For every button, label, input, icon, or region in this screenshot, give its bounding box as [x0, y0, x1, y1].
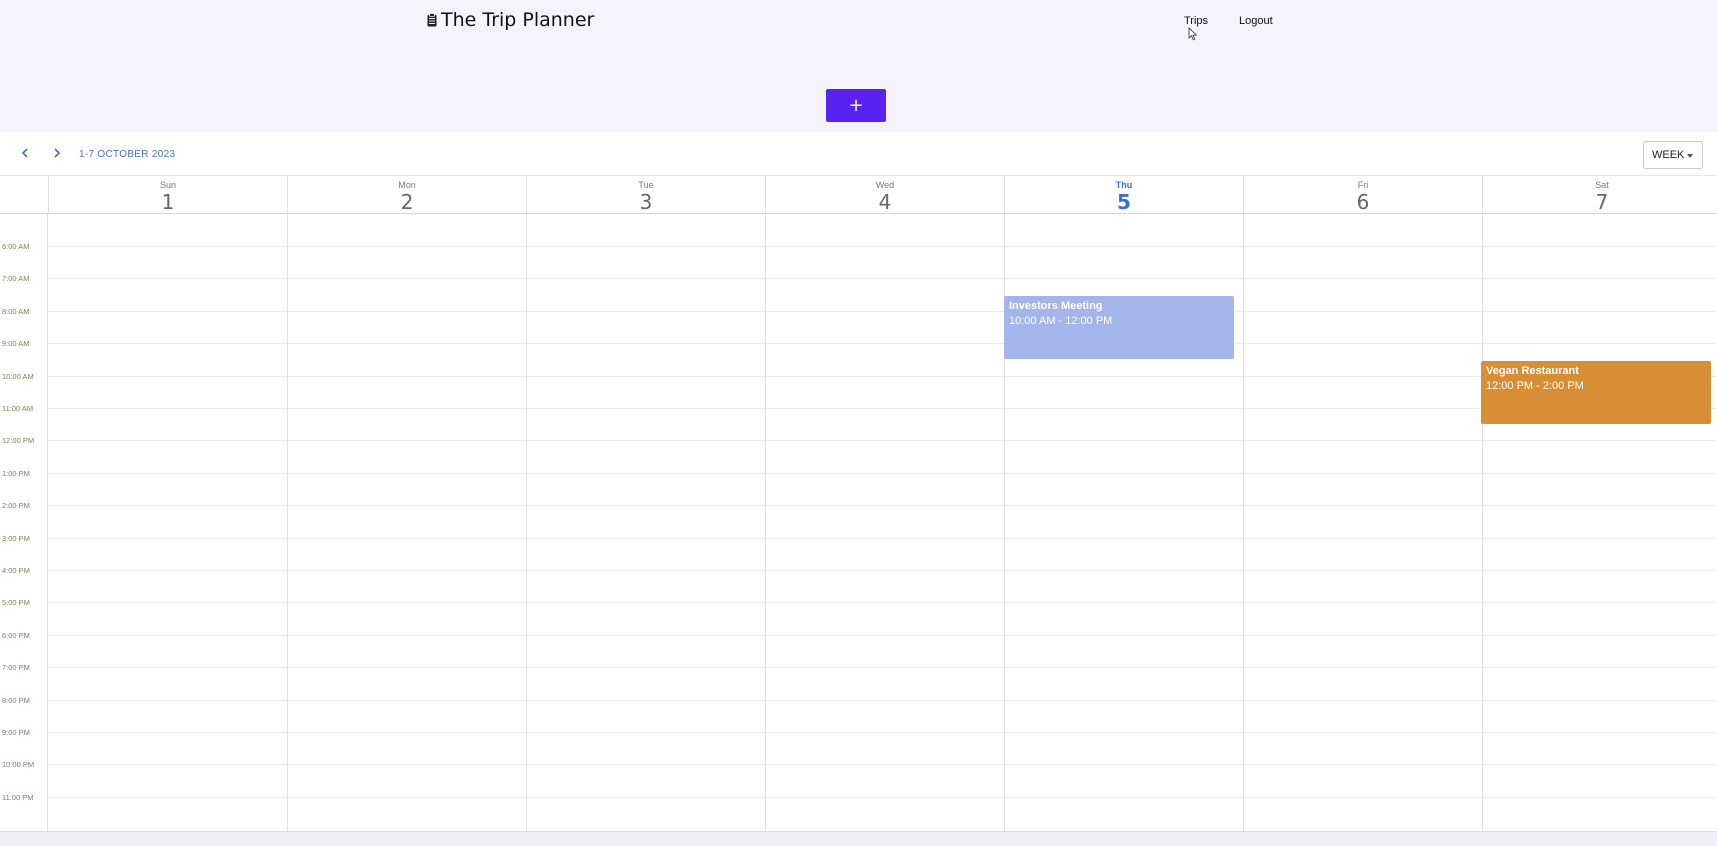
- hour-gridline: [48, 537, 1717, 539]
- event-time: 12:00 PM - 2:00 PM: [1486, 380, 1584, 392]
- hour-gridline: [48, 246, 1717, 247]
- nav-trips-link[interactable]: Trips: [1184, 15, 1208, 27]
- day-name: Thu: [1115, 180, 1133, 190]
- hour-label: 8:00 PM: [2, 695, 30, 705]
- hour-gridline: [48, 505, 1717, 507]
- nav-logout-link[interactable]: Logout: [1239, 15, 1273, 27]
- calendar-event[interactable]: Vegan Restaurant 12:00 PM - 2:00 PM: [1481, 361, 1711, 424]
- day-name: Mon: [398, 180, 416, 190]
- day-header-sun[interactable]: Sun 1: [48, 176, 287, 214]
- day-header-sat[interactable]: Sat 7: [1482, 176, 1717, 214]
- hour-gridline: [48, 699, 1717, 701]
- hour-gridline: [48, 570, 1717, 571]
- time-grid: 6:00 AM 7:00 AM 8:00 AM 9:00 AM 10:00 AM 11:0…: [0, 214, 1717, 831]
- day-header-wed[interactable]: Wed 4: [765, 176, 1004, 214]
- hour-gridline: [48, 634, 1717, 636]
- hour-gridline: [48, 796, 1717, 798]
- hour-label: 5:00 PM: [2, 598, 30, 608]
- hour-label: 1:00 PM: [2, 468, 30, 478]
- hour-gridline: [48, 472, 1717, 474]
- hour-label: 10:00 PM: [2, 760, 35, 770]
- date-range-label: 1-7 OCTOBER 2023: [79, 149, 176, 160]
- day-date: 4: [878, 190, 892, 214]
- day-header-mon[interactable]: Mon 2: [287, 176, 526, 214]
- hour-label: 3:00 PM: [2, 533, 30, 543]
- bottom-bar: [0, 831, 1717, 846]
- day-date: 2: [400, 190, 414, 214]
- hour-gridline: [48, 408, 1717, 409]
- day-header-fri[interactable]: Fri 6: [1243, 176, 1482, 214]
- event-title: Investors Meeting: [1009, 300, 1103, 312]
- hour-label: 6:00 PM: [2, 630, 30, 640]
- day-column-divider: [1243, 214, 1244, 831]
- hour-label: 10:00 AM: [2, 371, 34, 381]
- hour-gridline: [48, 764, 1717, 766]
- caret-down-icon: [1687, 154, 1693, 158]
- day-name: Sun: [159, 180, 176, 190]
- hour-gridline: [48, 602, 1717, 604]
- hour-label: 12:00 PM: [2, 436, 35, 446]
- day-name: Fri: [1357, 180, 1369, 190]
- event-title: Vegan Restaurant: [1486, 365, 1579, 377]
- hour-label: 11:00 PM: [2, 792, 34, 802]
- hour-gridline: [48, 375, 1717, 377]
- hour-label: 9:00 PM: [2, 728, 30, 737]
- view-select[interactable]: WEEK: [1643, 141, 1703, 169]
- day-date: 6: [1356, 190, 1370, 214]
- hour-gridline: [48, 667, 1717, 669]
- hour-label: 9:00 AM: [2, 339, 30, 349]
- brand[interactable]: The Trip Planner: [427, 9, 594, 31]
- hour-label: 4:00 PM: [2, 566, 30, 575]
- day-header-row: Sun 1 Mon 2 Tue 3 Wed 4 Thu 5 Fri 6 Sat 7: [0, 176, 1717, 214]
- hour-gridline: [48, 732, 1717, 733]
- hour-label: 7:00 PM: [2, 663, 30, 673]
- next-week-button[interactable]: [49, 145, 65, 161]
- mouse-cursor-icon: [1188, 27, 1198, 41]
- day-column-divider: [287, 214, 288, 831]
- previous-week-button[interactable]: [17, 145, 33, 161]
- chevron-left-icon: [21, 148, 28, 158]
- hour-gridline: [48, 310, 1717, 312]
- day-column-divider: [765, 214, 766, 831]
- hour-gridline: [48, 440, 1717, 442]
- app-title: The Trip Planner: [441, 9, 595, 31]
- day-name: Tue: [638, 180, 654, 190]
- day-header-tue[interactable]: Tue 3: [526, 176, 765, 214]
- day-date: 1: [161, 190, 175, 214]
- hour-gridline: [48, 278, 1717, 280]
- day-date: 7: [1595, 190, 1609, 214]
- hour-label: 6:00 AM: [2, 242, 30, 251]
- view-select-value: WEEK: [1652, 149, 1685, 161]
- add-event-button[interactable]: +: [826, 89, 886, 122]
- chevron-right-icon: [54, 148, 61, 158]
- hour-label: 11:00 AM: [2, 404, 34, 413]
- day-date: 3: [639, 190, 653, 214]
- calendar: 1-7 OCTOBER 2023 WEEK Sun 1 Mon 2 Tue 3 Wed 4 Th…: [0, 132, 1717, 831]
- day-column-divider: [1482, 214, 1483, 831]
- day-name: Sat: [1595, 180, 1609, 190]
- day-date: 5: [1117, 190, 1131, 214]
- day-column-divider: [526, 214, 527, 831]
- top-bar: The Trip Planner Trips Logout +: [0, 0, 1717, 132]
- calendar-event[interactable]: Investors Meeting 10:00 AM - 12:00 PM: [1004, 296, 1234, 359]
- clipboard-icon: [427, 13, 437, 27]
- day-name: Wed: [875, 180, 895, 190]
- hour-label: 2:00 PM: [2, 501, 30, 511]
- hour-gridline: [48, 343, 1717, 345]
- hour-label: 7:00 AM: [2, 274, 30, 284]
- hour-label: 8:00 AM: [2, 306, 30, 316]
- calendar-toolbar: 1-7 OCTOBER 2023 WEEK: [0, 132, 1717, 176]
- event-time: 10:00 AM - 12:00 PM: [1009, 315, 1113, 327]
- day-header-thu[interactable]: Thu 5: [1004, 176, 1243, 214]
